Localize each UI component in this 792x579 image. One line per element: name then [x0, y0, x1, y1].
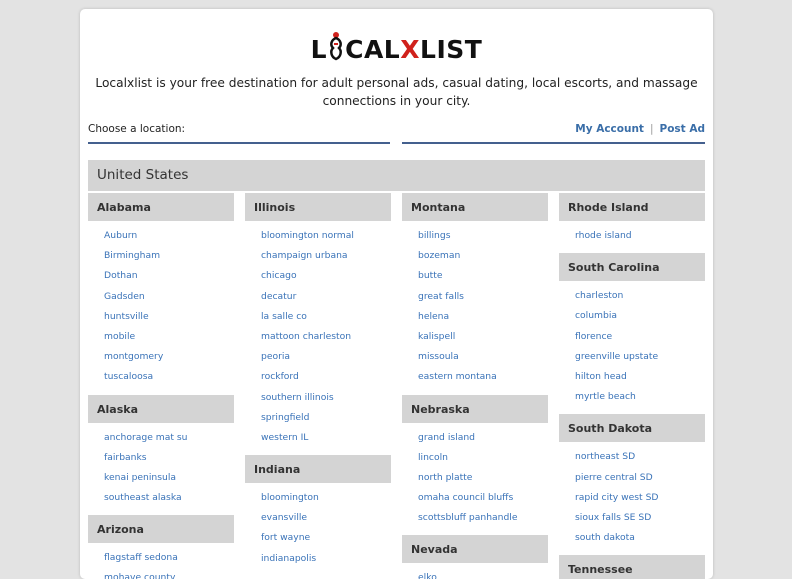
link-separator: | [649, 123, 654, 135]
state-header[interactable]: South Carolina [559, 253, 705, 282]
city-link[interactable]: bloomington [245, 488, 391, 508]
city-link[interactable]: mohave county [88, 568, 234, 579]
city-link[interactable]: kenai peninsula [88, 468, 234, 488]
city-link[interactable]: champaign urbana [245, 246, 391, 266]
city-link[interactable]: chicago [245, 266, 391, 286]
city-link[interactable]: helena [402, 307, 548, 327]
my-account-link[interactable]: My Account [575, 123, 644, 135]
state-header[interactable]: Nebraska [402, 394, 548, 423]
city-list: elko [402, 563, 548, 579]
city-link[interactable]: rhode island [559, 226, 705, 246]
state-column: Illinois bloomington normal champaign urba… [245, 193, 391, 576]
state-header[interactable]: Rhode Island [559, 193, 705, 221]
city-link[interactable]: la salle co [245, 307, 391, 327]
state-header[interactable]: Illinois [245, 193, 391, 221]
city-link[interactable]: anchorage mat su [88, 428, 234, 448]
city-link[interactable]: hilton head [559, 367, 705, 387]
logo-text: L CALXLIST [311, 32, 483, 64]
city-link[interactable]: scottsbluff panhandle [402, 508, 548, 528]
city-link[interactable]: southern illinois [245, 388, 391, 408]
city-link[interactable]: fort wayne [245, 528, 391, 548]
city-list: anchorage mat su fairbanks kenai peninsula… [88, 423, 234, 516]
location-bar: Choose a location: My Account | Post Ad [88, 121, 705, 145]
city-link[interactable]: western IL [245, 428, 391, 448]
city-link[interactable]: huntsville [88, 307, 234, 327]
city-link[interactable]: pierre central SD [559, 468, 705, 488]
post-ad-link[interactable]: Post Ad [660, 123, 705, 135]
city-link[interactable]: elko [402, 568, 548, 579]
city-link[interactable]: peoria [245, 347, 391, 367]
city-link[interactable]: springfield [245, 408, 391, 428]
city-link[interactable]: montgomery [88, 347, 234, 367]
city-link[interactable]: flagstaff sedona [88, 548, 234, 568]
city-link[interactable]: myrtle beach [559, 387, 705, 407]
city-link[interactable]: grand island [402, 428, 548, 448]
state-header[interactable]: Alaska [88, 394, 234, 423]
city-list: bloomington normal champaign urbana chicag… [245, 221, 391, 455]
account-links: My Account | Post Ad [402, 121, 705, 144]
city-link[interactable]: fairbanks [88, 448, 234, 468]
state-header[interactable]: Nevada [402, 535, 548, 564]
city-link[interactable]: missoula [402, 347, 548, 367]
logo-figure-icon [328, 31, 344, 67]
city-link[interactable]: mobile [88, 327, 234, 347]
city-link[interactable]: Gadsden [88, 287, 234, 307]
state-header[interactable]: Montana [402, 193, 548, 221]
city-link[interactable]: northeast SD [559, 447, 705, 467]
city-link[interactable]: sioux falls SE SD [559, 508, 705, 528]
location-selector[interactable]: Choose a location: [88, 121, 390, 144]
city-list: bloomington evansville fort wayne indianapo… [245, 483, 391, 576]
city-link[interactable]: butte [402, 266, 548, 286]
city-link[interactable]: florence [559, 327, 705, 347]
city-list: flagstaff sedona mohave county [88, 543, 234, 579]
city-link[interactable]: south dakota [559, 528, 705, 548]
city-link[interactable]: bozeman [402, 246, 548, 266]
state-column: Rhode Island rhode island South Carolina ch… [559, 193, 705, 579]
state-header[interactable]: Alabama [88, 193, 234, 221]
city-link[interactable]: greenville upstate [559, 347, 705, 367]
city-link[interactable]: eastern montana [402, 367, 548, 387]
city-link[interactable]: great falls [402, 287, 548, 307]
city-link[interactable]: tuscaloosa [88, 367, 234, 387]
city-link[interactable]: rapid city west SD [559, 488, 705, 508]
city-link[interactable]: lincoln [402, 448, 548, 468]
state-header[interactable]: Indiana [245, 455, 391, 484]
city-list: Auburn Birmingham Dothan Gadsden huntsville m… [88, 221, 234, 395]
city-link[interactable]: kalispell [402, 327, 548, 347]
city-link[interactable]: charleston [559, 286, 705, 306]
city-link[interactable]: billings [402, 226, 548, 246]
city-link[interactable]: columbia [559, 306, 705, 326]
city-list: billings bozeman butte great falls helena kal… [402, 221, 548, 395]
city-link[interactable]: southeast alaska [88, 488, 234, 508]
state-header[interactable]: Tennessee [559, 555, 705, 579]
city-link[interactable]: bloomington normal [245, 226, 391, 246]
city-link[interactable]: Birmingham [88, 246, 234, 266]
city-list: charleston columbia florence greenville ups… [559, 281, 705, 414]
city-link[interactable]: evansville [245, 508, 391, 528]
city-list: grand island lincoln north platte omaha cou… [402, 423, 548, 536]
city-list: rhode island [559, 221, 705, 253]
city-link[interactable]: north platte [402, 468, 548, 488]
city-list: northeast SD pierre central SD rapid city … [559, 442, 705, 555]
city-link[interactable]: Auburn [88, 226, 234, 246]
city-link[interactable]: indianapolis [245, 549, 391, 569]
main-card: L CALXLIST Localxlist is your free destin… [80, 9, 713, 579]
location-label: Choose a location: [88, 123, 186, 135]
country-header: United States [88, 160, 705, 191]
city-link[interactable]: decatur [245, 287, 391, 307]
city-link[interactable]: mattoon charleston [245, 327, 391, 347]
city-link[interactable]: rockford [245, 367, 391, 387]
site-logo[interactable]: L CALXLIST [80, 32, 713, 69]
city-link[interactable]: Dothan [88, 266, 234, 286]
state-header[interactable]: South Dakota [559, 414, 705, 443]
city-link[interactable]: omaha council bluffs [402, 488, 548, 508]
state-column: Alabama Auburn Birmingham Dothan Gadsden hunt… [88, 193, 234, 579]
site-tagline: Localxlist is your free destination for … [95, 76, 698, 108]
state-header[interactable]: Arizona [88, 515, 234, 544]
state-column: Montana billings bozeman butte great falls he… [402, 193, 548, 579]
